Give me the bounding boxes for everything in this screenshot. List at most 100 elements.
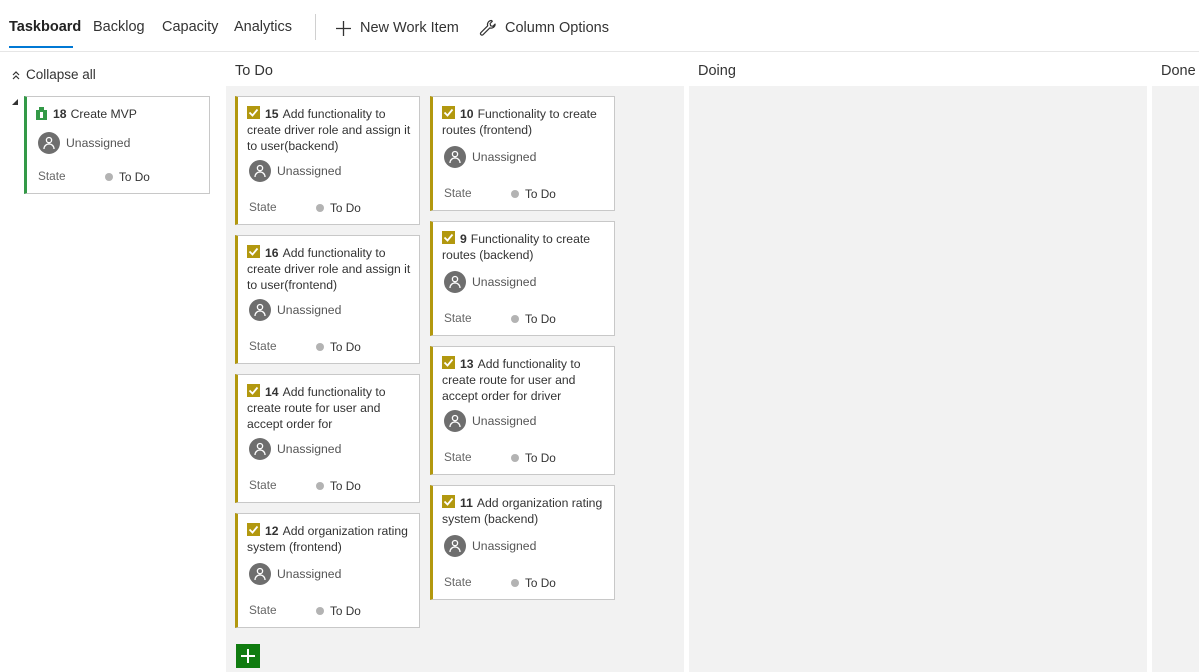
state-label: State: [444, 311, 472, 325]
user-icon: [254, 442, 266, 456]
card-title: 11 Add organization rating system (backen…: [442, 495, 608, 527]
task-card[interactable]: 13 Add functionality to create route for …: [430, 346, 615, 475]
card-assignee[interactable]: Unassigned: [444, 146, 536, 168]
column-header-doing: Doing: [698, 63, 736, 79]
assignee-name: Unassigned: [277, 567, 342, 581]
avatar: [249, 563, 271, 585]
collapse-all-label: Collapse all: [26, 67, 96, 82]
task-card[interactable]: 11 Add organization rating system (backen…: [430, 485, 615, 600]
card-title: 10 Functionality to create routes (fronte…: [442, 106, 608, 138]
user-icon: [449, 539, 461, 553]
avatar: [249, 438, 271, 460]
state-value[interactable]: To Do: [525, 187, 556, 201]
card-title: 12 Add organization rating system (fronte…: [247, 523, 413, 555]
state-dot: [511, 454, 519, 462]
state-value[interactable]: To Do: [330, 340, 361, 354]
check-icon: [248, 247, 259, 256]
column-options-label: Column Options: [505, 20, 609, 36]
state-label: State: [249, 339, 277, 353]
check-icon: [248, 386, 259, 395]
state-value[interactable]: To Do: [525, 312, 556, 326]
column-options-button[interactable]: Column Options: [479, 18, 609, 38]
check-icon: [443, 497, 454, 506]
task-card[interactable]: 10 Functionality to create routes (fronte…: [430, 96, 615, 211]
card-title: 15 Add functionality to create driver rol…: [247, 106, 413, 154]
user-icon: [43, 136, 55, 150]
task-card[interactable]: 15 Add functionality to create driver rol…: [235, 96, 420, 225]
user-icon: [254, 164, 266, 178]
user-icon: [449, 150, 461, 164]
task-card[interactable]: 12 Add organization rating system (fronte…: [235, 513, 420, 628]
state-value[interactable]: To Do: [119, 170, 150, 184]
column-header-done: Done: [1161, 63, 1196, 79]
state-dot: [316, 204, 324, 212]
avatar: [444, 146, 466, 168]
state-value[interactable]: To Do: [525, 576, 556, 590]
card-assignee[interactable]: Unassigned: [249, 160, 341, 182]
assignee-name: Unassigned: [277, 164, 342, 178]
avatar: [444, 535, 466, 557]
card-id: 10: [460, 107, 474, 121]
task-card[interactable]: 16 Add functionality to create driver rol…: [235, 235, 420, 364]
state-dot: [316, 482, 324, 490]
state-value[interactable]: To Do: [330, 201, 361, 215]
card-title: 18 Create MVP: [36, 106, 203, 122]
state-value[interactable]: To Do: [330, 479, 361, 493]
task-check-icon: [442, 356, 455, 369]
card-assignee[interactable]: Unassigned: [249, 299, 341, 321]
card-id: 11: [460, 496, 473, 510]
avatar: [38, 132, 60, 154]
assignee-name: Unassigned: [66, 136, 131, 150]
active-tab-indicator: [9, 46, 73, 48]
card-id: 18: [53, 107, 67, 121]
task-check-icon: [247, 245, 260, 258]
card-assignee[interactable]: Unassigned: [444, 535, 536, 557]
state-dot: [511, 315, 519, 323]
task-card[interactable]: 14 Add functionality to create route for …: [235, 374, 420, 503]
task-check-icon: [442, 106, 455, 119]
assignee-name: Unassigned: [472, 150, 537, 164]
task-check-icon: [247, 384, 260, 397]
tab-capacity[interactable]: Capacity: [162, 19, 218, 35]
state-dot: [316, 607, 324, 615]
assignee-name: Unassigned: [277, 442, 342, 456]
card-assignee[interactable]: Unassigned: [444, 271, 536, 293]
user-icon: [449, 275, 461, 289]
task-check-icon: [442, 495, 455, 508]
assignee-name: Unassigned: [472, 275, 537, 289]
assignee-name: Unassigned: [277, 303, 342, 317]
state-dot: [105, 173, 113, 181]
card-assignee[interactable]: Unassigned: [38, 132, 130, 154]
card-assignee[interactable]: Unassigned: [444, 410, 536, 432]
task-card[interactable]: 9 Functionality to create routes (backend…: [430, 221, 615, 336]
card-title-text[interactable]: Create MVP: [71, 107, 137, 121]
add-task-button[interactable]: [236, 644, 260, 668]
state-dot: [511, 579, 519, 587]
tab-taskboard[interactable]: Taskboard: [9, 19, 81, 35]
new-work-item-button[interactable]: New Work Item: [335, 18, 459, 38]
tab-analytics[interactable]: Analytics: [234, 19, 292, 35]
state-label: State: [38, 169, 66, 183]
state-dot: [316, 343, 324, 351]
state-label: State: [444, 450, 472, 464]
card-title: 9 Functionality to create routes (backend…: [442, 231, 608, 263]
lane-done[interactable]: [1152, 86, 1199, 672]
double-chevron-up-icon: [12, 70, 20, 79]
user-icon: [449, 414, 461, 428]
state-value[interactable]: To Do: [525, 451, 556, 465]
tab-backlog[interactable]: Backlog: [93, 19, 145, 35]
card-assignee[interactable]: Unassigned: [249, 563, 341, 585]
card-assignee[interactable]: Unassigned: [249, 438, 341, 460]
parent-card[interactable]: 18 Create MVP Unassigned State To Do: [24, 96, 210, 194]
collapse-all-button[interactable]: Collapse all: [11, 67, 96, 82]
lane-doing[interactable]: [689, 86, 1147, 672]
card-id: 15: [265, 107, 279, 121]
row-collapse-toggle[interactable]: [12, 99, 18, 105]
state-value[interactable]: To Do: [330, 604, 361, 618]
check-icon: [443, 233, 454, 242]
new-work-item-label: New Work Item: [360, 20, 459, 36]
user-icon: [254, 567, 266, 581]
avatar: [444, 271, 466, 293]
state-label: State: [249, 603, 277, 617]
state-label: State: [444, 575, 472, 589]
